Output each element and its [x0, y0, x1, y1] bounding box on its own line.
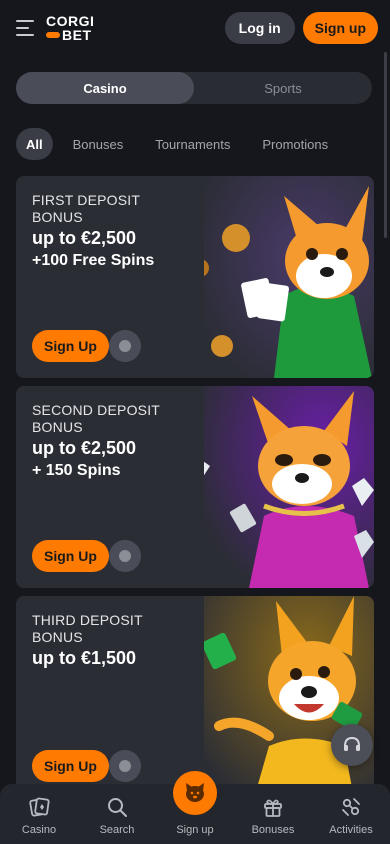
chip-all[interactable]: All [16, 128, 53, 160]
nav-label: Bonuses [251, 824, 295, 836]
chip-promotions[interactable]: Promotions [252, 128, 338, 160]
logo[interactable]: CORGI BET [46, 14, 94, 42]
tab-casino[interactable]: Casino [16, 72, 194, 104]
corgi-pink-dress-illustration [204, 386, 374, 588]
top-header: CORGI BET Log in Sign up [0, 0, 390, 56]
gift-icon [264, 799, 282, 817]
promo-extra: + 150 Spins [32, 462, 121, 479]
promo-extra: +100 Free Spins [32, 252, 155, 269]
promo-signup-button[interactable]: Sign Up [32, 750, 109, 782]
chip-tournaments[interactable]: Tournaments [145, 128, 240, 160]
corgi-green-hoodie-illustration [204, 176, 374, 378]
page: CORGI BET Log in Sign up Casino Sports A… [0, 0, 390, 844]
nav-activities[interactable]: Activities [312, 784, 390, 844]
headset-icon [344, 736, 360, 751]
casino-sports-toggle: Casino Sports [16, 72, 372, 104]
nav-casino[interactable]: Casino [0, 784, 78, 844]
bone-icon [46, 32, 60, 38]
promo-signup-button[interactable]: Sign Up [32, 540, 109, 572]
corgi-yellow-shirt-illustration [204, 596, 374, 798]
signup-corgi-button[interactable] [173, 771, 217, 815]
info-icon[interactable] [109, 330, 141, 362]
support-headset-button[interactable] [331, 724, 373, 766]
promo-title: FIRST DEPOSIT BONUS [32, 192, 140, 225]
search-icon [108, 798, 127, 817]
promo-amount: up to €1,500 [32, 648, 137, 668]
menu-icon[interactable] [16, 20, 36, 36]
info-icon[interactable] [109, 750, 141, 782]
logo-top-text: CORGI [46, 13, 95, 29]
filter-chips: All Bonuses Tournaments Promotions [16, 128, 338, 160]
nav-search[interactable]: Search [78, 784, 156, 844]
activities-icon [342, 798, 360, 816]
signup-button[interactable]: Sign up [302, 12, 378, 44]
cards-icon [29, 797, 50, 817]
promo-card-third-deposit[interactable]: THIRD DEPOSIT BONUS up to €1,500 Sign Up [16, 596, 374, 798]
corgi-icon [186, 783, 204, 802]
info-icon[interactable] [109, 540, 141, 572]
nav-label: Activities [329, 824, 373, 836]
promo-amount: up to €2,500 [32, 438, 137, 458]
promo-title: THIRD DEPOSIT BONUS [32, 612, 143, 645]
nav-label: Search [99, 824, 135, 836]
nav-label: Sign up [176, 824, 214, 836]
nav-bonuses[interactable]: Bonuses [234, 784, 312, 844]
logo-bottom-text: BET [62, 27, 92, 43]
scrollbar[interactable] [384, 52, 387, 238]
login-button[interactable]: Log in [224, 12, 295, 44]
tab-sports[interactable]: Sports [194, 72, 372, 104]
promo-card-first-deposit[interactable]: FIRST DEPOSIT BONUS up to €2,500 +100 Fr… [16, 176, 374, 378]
promo-amount: up to €2,500 [32, 228, 137, 248]
chip-bonuses[interactable]: Bonuses [63, 128, 134, 160]
promo-signup-button[interactable]: Sign Up [32, 330, 109, 362]
nav-label: Casino [21, 824, 57, 836]
promo-title: SECOND DEPOSIT BONUS [32, 402, 160, 435]
promo-card-second-deposit[interactable]: SECOND DEPOSIT BONUS up to €2,500 + 150 … [16, 386, 374, 588]
